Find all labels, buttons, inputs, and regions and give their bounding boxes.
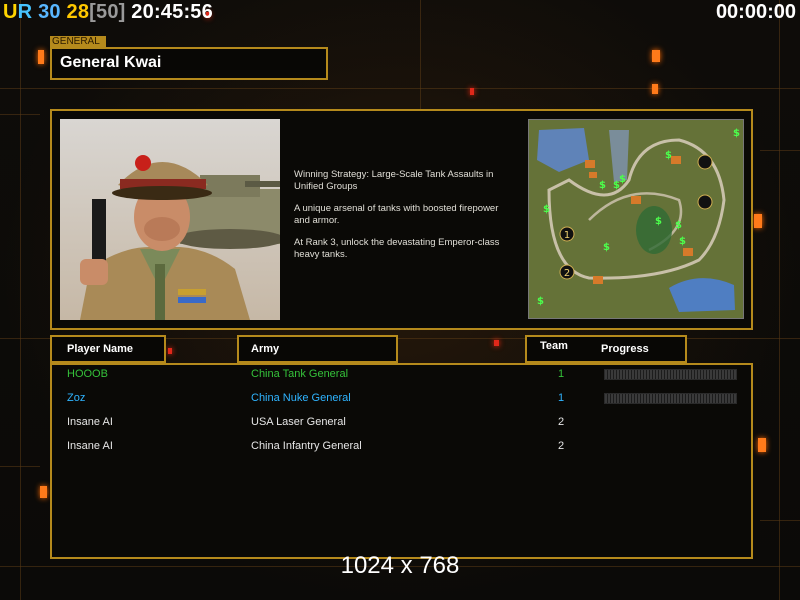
player-row-2[interactable]: Zoz China Nuke General 1 [52, 389, 751, 409]
svg-text:$: $ [733, 128, 740, 139]
svg-text:$: $ [665, 150, 672, 161]
description-arsenal: A unique arsenal of tanks with boosted f… [294, 203, 499, 226]
player-list: HOOOB China Tank General 1 Zoz China Nuk… [50, 363, 753, 559]
hud-value-a: 30 [38, 1, 61, 23]
start-position-2: 2 [559, 264, 575, 280]
svg-text:$: $ [655, 216, 662, 227]
player-army: USA Laser General [251, 416, 346, 428]
svg-text:$: $ [603, 242, 610, 253]
player-row-4[interactable]: Insane AI China Infantry General 2 [52, 437, 751, 457]
general-title-box: General Kwai [50, 47, 328, 80]
player-progress-bar [604, 369, 737, 380]
player-team: 2 [558, 416, 565, 428]
player-army: China Tank General [251, 368, 349, 380]
svg-text:$: $ [599, 180, 606, 191]
player-team: 1 [558, 392, 565, 404]
svg-text:2: 2 [564, 268, 570, 279]
player-army: China Nuke General [251, 392, 351, 404]
header-army: Army [237, 335, 398, 363]
svg-text:$: $ [613, 180, 620, 191]
svg-text:$: $ [619, 174, 626, 185]
description-strategy: Winning Strategy: Large-Scale Tank Assau… [294, 169, 494, 192]
svg-text:1: 1 [564, 230, 570, 241]
svg-text:$: $ [543, 204, 550, 215]
start-position-empty-b [697, 194, 713, 210]
player-team: 1 [558, 368, 565, 380]
general-description: Winning Strategy: Large-Scale Tank Assau… [294, 169, 520, 271]
player-army: China Infantry General [251, 440, 362, 452]
general-tag: GENERAL [50, 36, 106, 47]
player-team: 2 [558, 440, 565, 452]
hud-value-b: 28 [66, 1, 90, 23]
start-position-1: 1 [559, 226, 575, 242]
general-portrait [60, 119, 280, 320]
hud-rank-r: R [17, 1, 33, 23]
player-progress-bar [604, 393, 737, 404]
general-name: General Kwai [60, 54, 162, 71]
hud-value-c: [50] [89, 1, 126, 23]
general-info-panel: Winning Strategy: Large-Scale Tank Assau… [50, 109, 753, 330]
start-position-empty-a [697, 154, 713, 170]
hud-stats: UR 30 28[50] 20:45:56 [3, 1, 213, 24]
player-row-3[interactable]: Insane AI USA Laser General 2 [52, 413, 751, 433]
map-preview[interactable]: 1 2 $ $ $ $ $ $ $ $ $ $ $ [528, 119, 744, 319]
player-name: Insane AI [67, 440, 113, 452]
resolution-label: 1024 x 768 [340, 552, 460, 579]
svg-text:$: $ [679, 236, 686, 247]
header-player-name: Player Name [50, 335, 166, 363]
svg-text:$: $ [537, 296, 544, 307]
description-rank: At Rank 3, unlock the devastating Empero… [294, 237, 500, 260]
player-row-1[interactable]: HOOOB China Tank General 1 [52, 365, 751, 385]
hud-timer: 00:00:00 [715, 1, 796, 23]
player-name: Zoz [67, 392, 86, 404]
header-team-progress: Team Progress [525, 335, 687, 363]
header-progress: Progress [601, 343, 649, 355]
hud-clock: 20:45:56 [131, 1, 213, 23]
hud-rank-u: U [3, 1, 18, 23]
header-team: Team [540, 340, 568, 352]
player-name: Insane AI [67, 416, 113, 428]
player-name: HOOOB [67, 368, 108, 380]
svg-text:$: $ [675, 220, 682, 231]
lake-bottom-right [669, 278, 735, 312]
